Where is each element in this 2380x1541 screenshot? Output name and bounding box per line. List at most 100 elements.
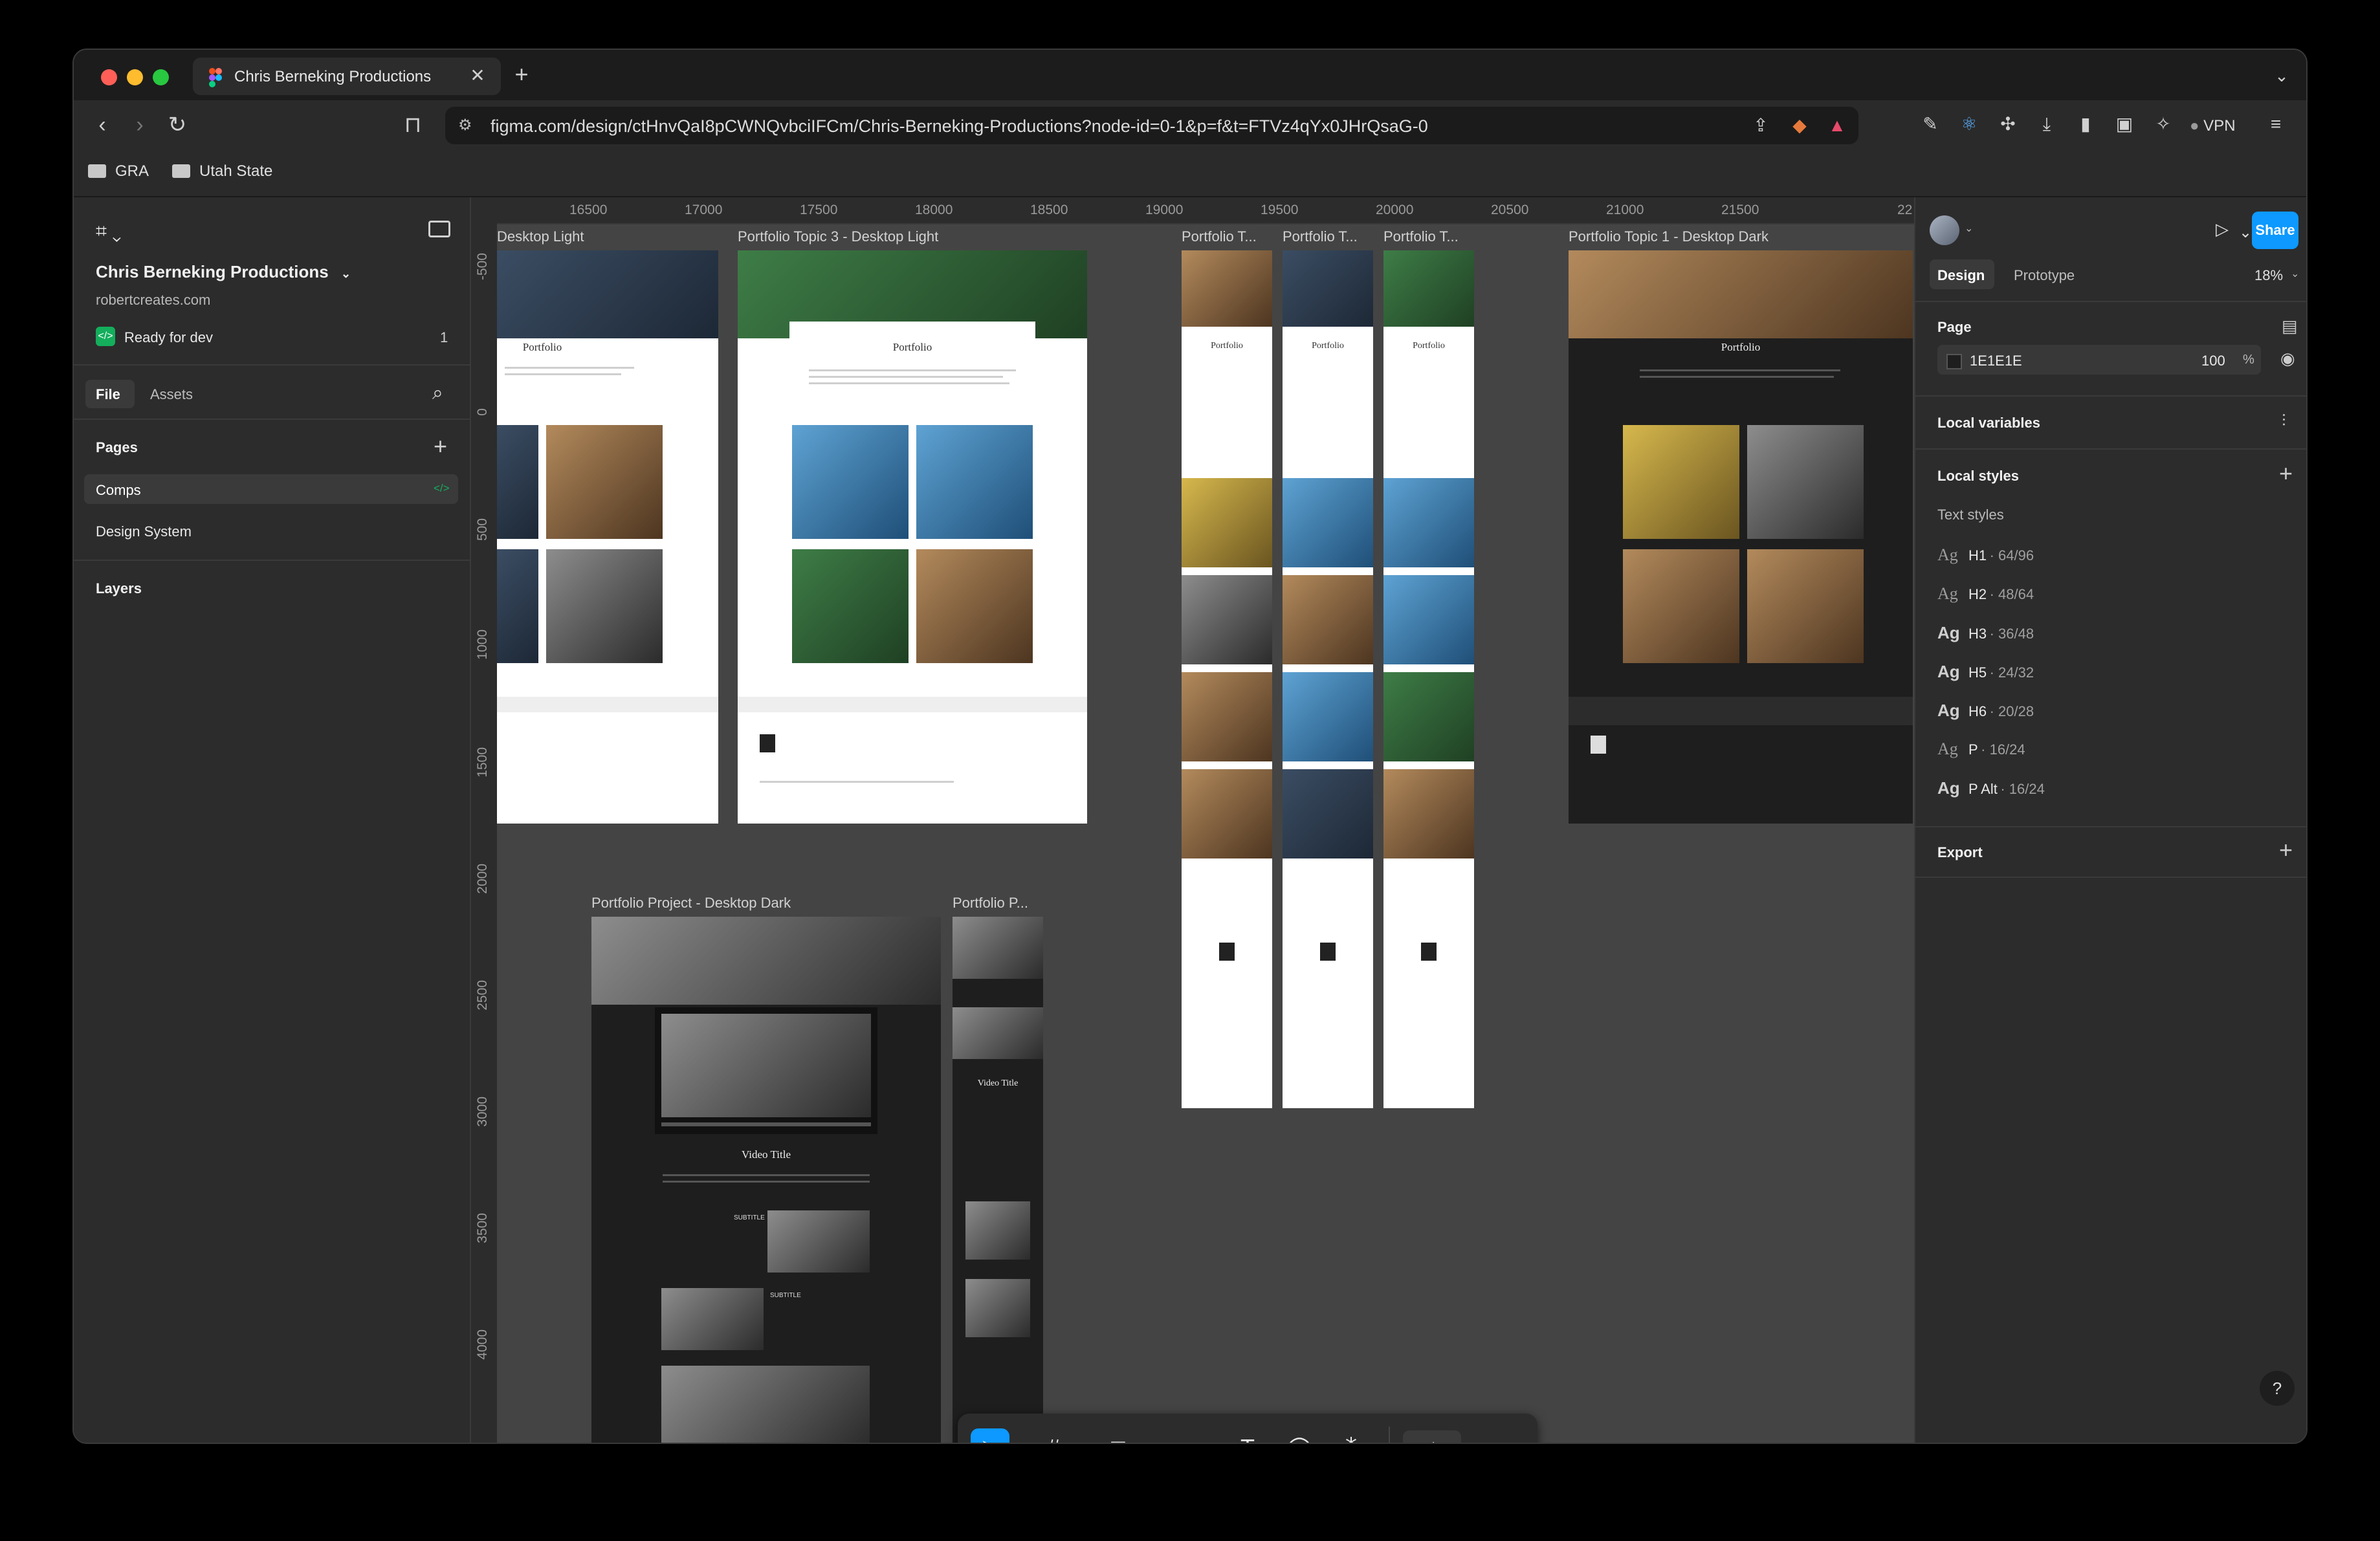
wallet-icon[interactable]: ▣ [2110,109,2139,139]
file-name[interactable]: Chris Berneking Productions ⌄ [96,262,351,282]
share-page-icon[interactable]: ⇪ [1746,111,1776,140]
help-button[interactable]: ? [2260,1371,2295,1406]
frame-tool-icon[interactable]: # [1034,1428,1073,1443]
text-tool-icon[interactable]: T [1228,1428,1267,1443]
text-style-h3[interactable]: Ag H3 · 36/48 [1937,623,2034,649]
toggle-sidebar-icon[interactable] [428,221,450,237]
logo-icon [1219,943,1235,961]
divider [74,419,470,420]
text-style-h1[interactable]: Ag H1 · 64/96 [1937,545,2034,571]
extensions-icon[interactable]: ✣ [1993,109,2023,139]
frame-portfolio-topic-mobile-3[interactable]: Portfolio [1383,250,1474,1108]
style-sample: Ag [1937,584,1958,603]
ruler-tick: 18500 [1030,202,1068,217]
sidebar-icon[interactable]: ▮ [2071,109,2100,139]
bookmark-folder-utah-state[interactable]: Utah State [172,162,272,184]
chevron-down-icon[interactable]: ⌄ [1965,222,1973,235]
add-export-icon[interactable]: + [2279,836,2293,864]
text-line [809,369,1016,371]
frame-label[interactable]: Portfolio Project - Desktop Dark [591,895,791,912]
chevron-down-icon[interactable]: ⌄ [1140,1439,1153,1443]
share-button[interactable]: Share [2252,212,2298,249]
chevron-down-icon[interactable]: ⌄ [1013,1439,1026,1443]
hero-image [1283,250,1373,327]
frame-label[interactable]: Desktop Light [497,228,584,245]
download-icon[interactable]: ⤓ [2032,109,2062,139]
close-tab-icon[interactable]: ✕ [466,64,489,87]
frame-desktop-light[interactable]: Portfolio [497,250,718,824]
divider [1389,1426,1390,1443]
chevron-down-icon[interactable]: ⌄ [2269,63,2295,89]
rectangle-tool-icon[interactable]: □ [1099,1428,1138,1443]
avatar[interactable] [1930,215,1959,245]
page-item-design-system[interactable]: Design System [96,523,192,540]
zoom-window-button[interactable] [153,69,169,85]
address-bar[interactable]: ⚙ figma.com/design/ctHnvQaI8pCWNQvbciIFC… [445,107,1858,144]
figma-menu-icon[interactable]: ⌗ ⌄ [96,221,121,243]
leo-ai-icon[interactable]: ✧ [2148,109,2178,139]
tab-assets[interactable]: Assets [150,386,193,403]
ready-for-dev-label[interactable]: Ready for dev [124,329,213,346]
eyedropper-icon[interactable]: ✎ [1915,109,1945,139]
text-style-p-alt[interactable]: Ag P Alt · 16/24 [1937,778,2045,804]
bookmark-folder-gra[interactable]: GRA [88,162,149,184]
frame-label[interactable]: Portfolio Topic 1 - Desktop Dark [1569,228,1768,245]
close-window-button[interactable] [101,69,117,85]
actions-icon[interactable]: ⁂ [1332,1428,1371,1443]
frame-label[interactable]: Portfolio T... [1283,228,1358,245]
page-settings-icon[interactable]: ▤ [2282,316,2298,336]
text-style-h6[interactable]: Ag H6 · 20/28 [1937,701,2034,727]
tab-prototype[interactable]: Prototype [2014,267,2075,284]
add-style-icon[interactable]: + [2279,460,2293,487]
logo-icon [760,734,775,752]
frame-label[interactable]: Portfolio T... [1383,228,1459,245]
frame-portfolio-project-dark[interactable]: Video Title SUBTITLE SUBTITLE [591,917,941,1443]
brave-rewards-icon[interactable]: ▲ [1822,111,1852,140]
back-icon[interactable]: ‹ [87,109,118,140]
comment-tool-icon[interactable]: ◯ [1280,1428,1319,1443]
vpn-button[interactable]: ● VPN [2190,117,2236,135]
chevron-down-icon[interactable]: ⌄ [1075,1439,1088,1443]
dev-mode-toggle[interactable]: </> [1403,1430,1461,1443]
play-icon[interactable]: ▷ [2216,219,2229,239]
text-style-p[interactable]: Ag P · 16/24 [1937,739,2025,765]
ruler-tick: 2500 [475,980,490,1011]
move-tool-icon[interactable]: ➤ [971,1428,1009,1443]
color-swatch[interactable] [1946,354,1962,369]
pen-tool-icon[interactable]: ✒ [1163,1428,1202,1443]
frame-label[interactable]: Portfolio P... [953,895,1028,912]
video-thumbnail [661,1014,871,1117]
ruler-tick: -500 [475,253,490,281]
frame-portfolio-project-mobile-dark[interactable]: Video Title [953,917,1043,1443]
page-color-value[interactable]: 1E1E1E [1970,353,2022,369]
page-opacity-value[interactable]: 100 [2201,353,2225,369]
site-settings-icon[interactable]: ⚙ [458,116,478,135]
react-devtools-icon[interactable]: ⚛ [1954,109,1984,139]
variables-icon[interactable]: ⫶ [2282,411,2286,432]
chevron-down-icon[interactable]: ⌄ [1205,1439,1218,1443]
frame-label[interactable]: Portfolio T... [1182,228,1257,245]
brave-shields-icon[interactable]: ◆ [1785,111,1814,140]
text-style-h5[interactable]: Ag H5 · 24/32 [1937,662,2034,688]
frame-portfolio-topic-3[interactable]: Portfolio [738,250,1087,824]
chevron-down-icon[interactable]: ⌄ [2239,223,2252,242]
zoom-level[interactable]: 18% [2254,267,2283,284]
frame-portfolio-topic-1-dark[interactable]: Portfolio [1569,250,1913,824]
local-variables[interactable]: Local variables [1937,415,2040,432]
forward-icon[interactable]: › [124,109,155,140]
text-style-h2[interactable]: Ag H2 · 48/64 [1937,584,2034,610]
search-icon[interactable]: ⌕ [432,382,443,404]
reload-icon[interactable]: ↻ [162,109,193,140]
bookmark-icon[interactable]: ⊓ [397,109,428,140]
new-tab-button[interactable]: + [507,60,536,89]
eye-icon[interactable]: ◉ [2280,349,2295,369]
frame-label[interactable]: Portfolio Topic 3 - Desktop Light [738,228,938,245]
design-canvas[interactable]: Desktop Light Portfolio Portfolio Topic … [497,224,1914,1443]
menu-icon[interactable]: ≡ [2261,109,2291,139]
frame-portfolio-topic-mobile-1[interactable]: Portfolio [1182,250,1272,1108]
add-page-icon[interactable]: + [434,433,447,460]
frame-portfolio-topic-mobile-2[interactable]: Portfolio [1283,250,1373,1108]
browser-tab[interactable]: Chris Berneking Productions ✕ [193,58,501,95]
chevron-down-icon[interactable]: ⌄ [2291,267,2299,280]
minimize-window-button[interactable] [127,69,143,85]
